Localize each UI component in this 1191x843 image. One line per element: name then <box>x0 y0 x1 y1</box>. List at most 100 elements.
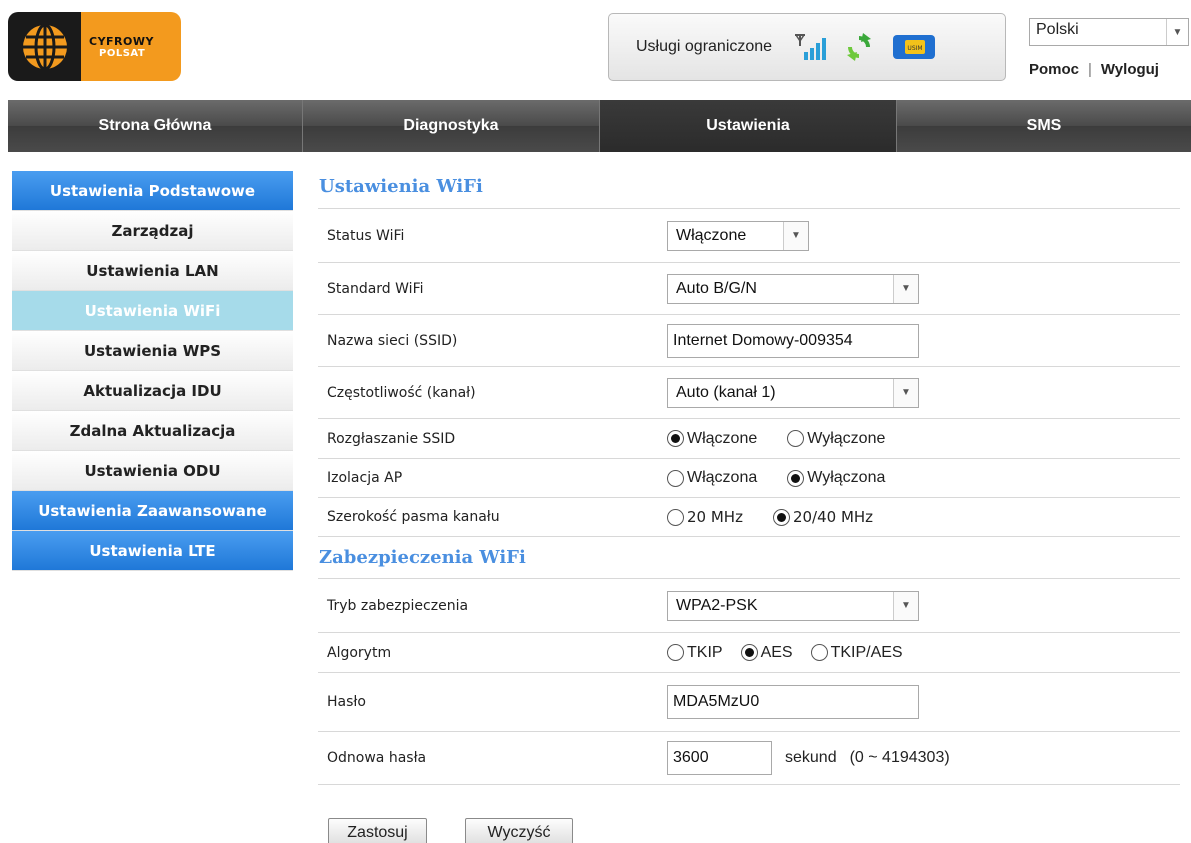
tab-settings[interactable]: Ustawienia <box>600 100 897 152</box>
security-section-title: Zabezpieczenia WiFi <box>318 537 1180 579</box>
broadcast-on-radio[interactable]: Włączone <box>667 430 757 448</box>
security-mode-select[interactable]: WPA2-PSK ▼ <box>667 590 919 621</box>
main-nav: Strona Główna Diagnostyka Ustawienia SMS <box>8 100 1191 152</box>
security-mode-value: WPA2-PSK <box>676 596 758 614</box>
channel-row: Częstotliwość (kanał) Auto (kanał 1) ▼ <box>318 367 1180 419</box>
connection-status-text: Usługi ograniczone <box>636 38 773 55</box>
signal-icon <box>794 32 827 62</box>
status-wifi-value: Włączone <box>676 226 747 244</box>
tab-home[interactable]: Strona Główna <box>8 100 303 152</box>
clear-button[interactable]: Wyczyść <box>465 818 573 843</box>
bandwidth-40-label: 20/40 MHz <box>792 508 874 526</box>
apply-button[interactable]: Zastosuj <box>328 818 427 843</box>
wifi-section-title: Ustawienia WiFi <box>318 165 1180 209</box>
ssid-label: Nazwa sieci (SSID) <box>327 332 458 349</box>
ssid-broadcast-row: Rozgłaszanie SSID Włączone Wyłączone <box>318 419 1180 459</box>
ssid-input[interactable]: Internet Domowy-009354 <box>667 323 919 358</box>
radio-checked-icon[interactable] <box>667 430 684 447</box>
bandwidth-20-radio[interactable]: 20 MHz <box>667 508 743 526</box>
isolation-off-radio[interactable]: Wyłączona <box>787 469 885 487</box>
algorithm-tkip-aes-radio[interactable]: TKIP/AES <box>810 643 903 662</box>
logo-line1: CYFROWY <box>89 34 154 48</box>
broadcast-off-radio[interactable]: Wyłączone <box>787 430 885 448</box>
password-renewal-input[interactable]: 3600 <box>667 741 772 775</box>
sync-icon <box>844 32 874 62</box>
broadcast-on-label: Włączone <box>687 429 758 447</box>
ssid-row: Nazwa sieci (SSID) Internet Domowy-00935… <box>318 315 1180 367</box>
sidebar-item-lte[interactable]: Ustawienia LTE <box>12 531 293 571</box>
standard-wifi-select[interactable]: Auto B/G/N ▼ <box>667 273 919 304</box>
password-renewal-row: Odnowa hasła 3600 sekund (0 ~ 4194303) <box>318 732 1180 785</box>
password-input[interactable]: MDA5MzU0 <box>667 685 919 719</box>
sidebar-item-idu-update[interactable]: Aktualizacja IDU <box>12 371 293 411</box>
ap-isolation-row: Izolacja AP Włączona Wyłączona <box>318 459 1180 498</box>
security-mode-label: Tryb zabezpieczenia <box>327 597 469 614</box>
language-selected-value: Polski <box>1036 21 1079 38</box>
bandwidth-20-label: 20 MHz <box>687 508 743 526</box>
isolation-on-label: Włączona <box>687 469 758 486</box>
algorithm-row: Algorytm TKIP AES TKIP/AES <box>318 633 1180 673</box>
radio-unchecked-icon[interactable] <box>667 644 684 661</box>
sidebar-item-advanced-settings[interactable]: Ustawienia Zaawansowane <box>12 491 293 531</box>
sidebar-item-remote-update[interactable]: Zdalna Aktualizacja <box>12 411 293 451</box>
broadcast-off-label: Wyłączone <box>807 429 886 447</box>
isolation-on-radio[interactable]: Włączona <box>667 469 757 487</box>
logout-link[interactable]: Wyloguj <box>1101 61 1159 78</box>
chevron-down-icon[interactable]: ▼ <box>893 274 918 303</box>
standard-wifi-value: Auto B/G/N <box>676 279 757 297</box>
sidebar-item-odu[interactable]: Ustawienia ODU <box>12 451 293 491</box>
help-link[interactable]: Pomoc <box>1029 61 1079 78</box>
radio-checked-icon[interactable] <box>740 644 758 661</box>
password-row: Hasło MDA5MzU0 <box>318 673 1180 732</box>
algorithm-tkip-radio[interactable]: TKIP <box>667 644 723 662</box>
status-wifi-select[interactable]: Włączone ▼ <box>667 220 809 251</box>
radio-checked-icon[interactable] <box>787 469 805 487</box>
sidebar-item-wps[interactable]: Ustawienia WPS <box>12 331 293 371</box>
radio-checked-icon[interactable] <box>772 508 790 526</box>
algorithm-aes-label: AES <box>760 643 793 661</box>
radio-unchecked-icon[interactable] <box>787 430 805 447</box>
isolation-off-label: Wyłączona <box>807 469 886 486</box>
chevron-down-icon[interactable]: ▼ <box>783 221 808 250</box>
status-wifi-row: Status WiFi Włączone ▼ <box>318 209 1180 263</box>
top-links: Pomoc | Wyloguj <box>1029 61 1159 78</box>
security-mode-row: Tryb zabezpieczenia WPA2-PSK ▼ <box>318 579 1180 633</box>
settings-sidebar: Ustawienia Podstawowe Zarządzaj Ustawien… <box>12 171 293 571</box>
sidebar-item-wifi[interactable]: Ustawienia WiFi <box>12 291 293 331</box>
wifi-settings-form: Ustawienia WiFi Status WiFi Włączone ▼ S… <box>318 165 1180 785</box>
ap-isolation-label: Izolacja AP <box>327 470 403 486</box>
tab-sms[interactable]: SMS <box>897 100 1191 152</box>
algorithm-tkip-aes-label: TKIP/AES <box>830 643 903 661</box>
algorithm-label: Algorytm <box>327 644 392 661</box>
sidebar-item-lan[interactable]: Ustawienia LAN <box>12 251 293 291</box>
usim-icon: USIM <box>892 34 936 60</box>
sidebar-item-manage[interactable]: Zarządzaj <box>12 211 293 251</box>
radio-unchecked-icon[interactable] <box>810 644 828 661</box>
status-wifi-label: Status WiFi <box>327 227 405 244</box>
channel-select[interactable]: Auto (kanał 1) ▼ <box>667 377 919 408</box>
chevron-down-icon[interactable]: ▼ <box>893 378 918 407</box>
renewal-range: (0 ~ 4194303) <box>849 749 950 766</box>
bandwidth-40-radio[interactable]: 20/40 MHz <box>772 508 874 526</box>
channel-bandwidth-label: Szerokość pasma kanału <box>327 509 500 525</box>
radio-unchecked-icon[interactable] <box>667 508 684 526</box>
channel-label: Częstotliwość (kanał) <box>327 384 476 401</box>
channel-bandwidth-row: Szerokość pasma kanału 20 MHz 20/40 MHz <box>318 498 1180 537</box>
algorithm-tkip-label: TKIP <box>687 643 723 661</box>
chevron-down-icon[interactable]: ▼ <box>893 591 918 620</box>
usim-label: USIM <box>908 45 923 52</box>
sidebar-item-basic-settings[interactable]: Ustawienia Podstawowe <box>12 171 293 211</box>
logo-line2: POLSAT <box>99 47 146 59</box>
connection-status-panel: Usługi ograniczone USIM <box>608 13 1006 81</box>
channel-value: Auto (kanał 1) <box>676 383 776 401</box>
tab-diagnostics[interactable]: Diagnostyka <box>303 100 600 152</box>
cyfrowy-polsat-logo: CYFROWY POLSAT <box>8 12 181 81</box>
language-select[interactable]: Polski ▼ <box>1029 18 1189 46</box>
algorithm-aes-radio[interactable]: AES <box>740 643 793 662</box>
standard-wifi-row: Standard WiFi Auto B/G/N ▼ <box>318 263 1180 315</box>
standard-wifi-label: Standard WiFi <box>327 280 424 297</box>
chevron-down-icon[interactable]: ▼ <box>1166 19 1188 45</box>
password-label: Hasło <box>327 694 366 710</box>
ssid-broadcast-label: Rozgłaszanie SSID <box>327 430 456 447</box>
radio-unchecked-icon[interactable] <box>667 469 684 487</box>
